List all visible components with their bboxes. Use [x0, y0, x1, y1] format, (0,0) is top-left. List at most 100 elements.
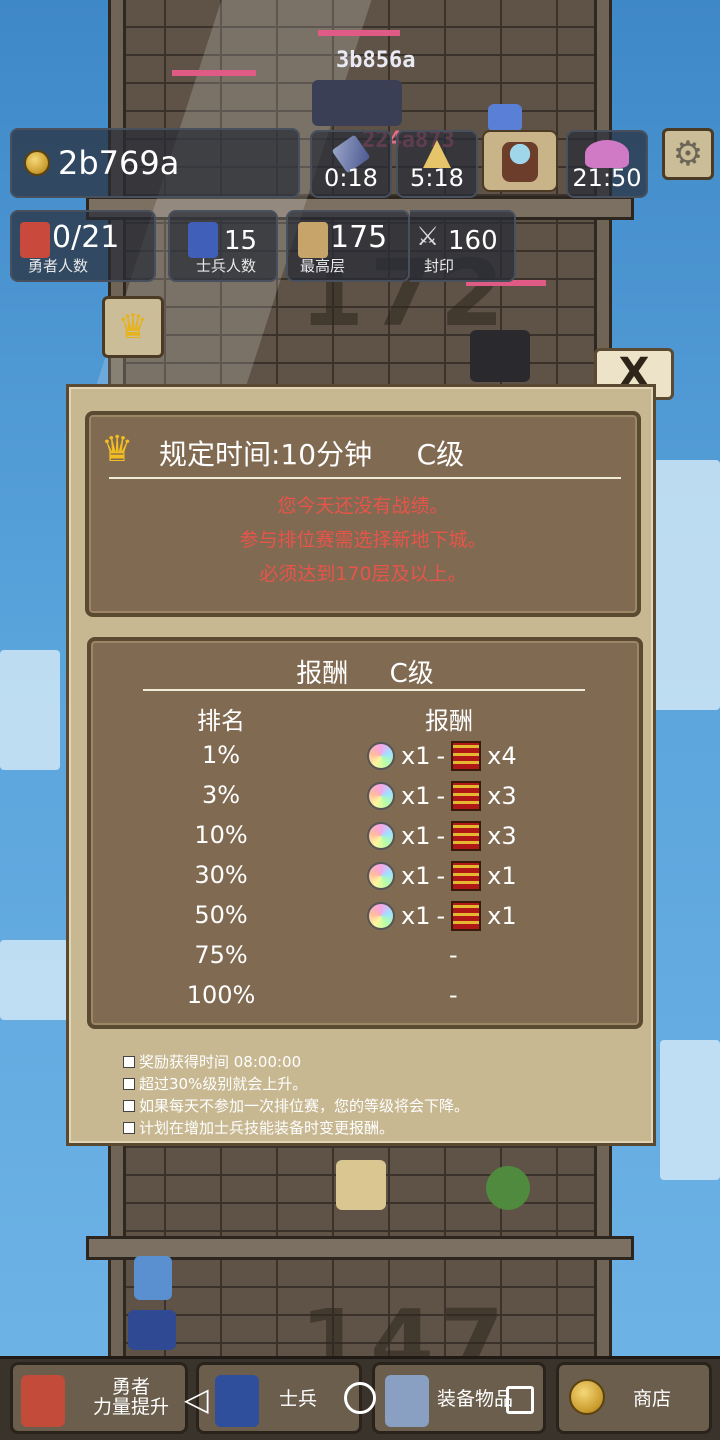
system-back-icon[interactable]: ◁: [184, 1380, 209, 1418]
gem-count: x1: [401, 902, 431, 930]
skill-timer-fairy[interactable]: [482, 130, 558, 192]
system-home-icon[interactable]: [344, 1382, 376, 1414]
timer-text: 21:50: [572, 164, 642, 192]
separator: -: [436, 862, 446, 890]
slime-sprite[interactable]: [486, 1166, 530, 1210]
gem-count: x1: [401, 782, 431, 810]
note-item: 计划在增加士兵技能装备时变更报酬。: [123, 1117, 394, 1138]
gold-value: 2b769a: [58, 144, 180, 182]
gem-count: x1: [401, 862, 431, 890]
max-floor-stat: 175 最高层: [286, 210, 410, 282]
divider: [143, 689, 585, 691]
reward-value: x1 - x1: [367, 861, 517, 891]
reward-row: 75% -: [91, 941, 639, 981]
dragon-enemy-sprite[interactable]: [312, 80, 402, 126]
bullet-box-icon: [123, 1099, 135, 1112]
rank-value: 75%: [194, 941, 248, 969]
enemy-hp-text: 3b856a: [336, 48, 416, 73]
note-text: 超过30%级别就会上升。: [139, 1075, 308, 1093]
system-recents-icon[interactable]: [506, 1386, 534, 1414]
soldier-count-value: 15: [224, 226, 258, 256]
crossed-swords-icon: ⚔: [416, 222, 440, 252]
treasure-chest-icon: [451, 901, 482, 931]
warning-text: 您今天还没有战绩。: [277, 495, 449, 517]
cloud: [660, 1040, 720, 1180]
separator: -: [436, 902, 446, 930]
rank-value: 3%: [201, 781, 241, 809]
soldiers-button[interactable]: 士兵: [196, 1362, 362, 1434]
chest-count: x3: [487, 822, 517, 850]
skill-timer-mushroom[interactable]: 21:50: [566, 130, 648, 198]
note-item: 奖励获得时间 08:00:00: [123, 1051, 301, 1072]
rule-title: 规定时间:10分钟 C级: [159, 438, 465, 471]
divider: [109, 477, 621, 479]
skill-timer-horn[interactable]: 5:18: [396, 130, 478, 198]
soldiers-label: 士兵: [279, 1388, 318, 1410]
reward-row: 3% x1 - x3: [91, 781, 639, 821]
separator: -: [436, 742, 446, 770]
shop-button[interactable]: 商店: [556, 1362, 712, 1434]
equipment-label: 装备物品: [437, 1388, 514, 1410]
bullet-box-icon: [123, 1077, 135, 1090]
rank-value: 10%: [194, 821, 248, 849]
soldier-portrait-icon: [188, 222, 218, 258]
gem-count: x1: [401, 742, 431, 770]
rainbow-gem-icon: [367, 902, 395, 930]
ranking-button[interactable]: ♛: [102, 296, 164, 358]
hero-count-stat: 0/21 勇者人数: [10, 210, 156, 282]
hero-count-label: 勇者人数: [28, 257, 89, 275]
reward-panel: 报酬 C级 排名 报酬 1% x1 - x4 3% x1 - x3 10% x1…: [87, 637, 643, 1029]
warning-text: 参与排位赛需选择新地下城。: [239, 529, 487, 551]
rainbow-gem-icon: [367, 782, 395, 810]
reward-value: x1 - x1: [367, 901, 517, 931]
seal-label: 封印: [424, 257, 455, 275]
separator: -: [436, 822, 446, 850]
warning-text: 必须达到170层及以上。: [259, 563, 467, 585]
treasure-chest-icon: [451, 861, 482, 891]
tower-icon: [298, 222, 328, 258]
separator: -: [436, 782, 446, 810]
settings-button[interactable]: ⚙: [662, 128, 714, 180]
soldier-sprite[interactable]: [134, 1256, 172, 1300]
enemy-hp-bar: [318, 30, 400, 36]
crown-icon: ♛: [101, 429, 134, 470]
hero-sprite[interactable]: [488, 104, 522, 132]
hooded-enemy-sprite[interactable]: [470, 330, 530, 382]
ranking-dialog: ♛ 规定时间:10分钟 C级 您今天还没有战绩。 参与排位赛需选择新地下城。 必…: [66, 384, 656, 1146]
treasure-chest-icon: [451, 781, 482, 811]
note-text: 奖励获得时间 08:00:00: [139, 1053, 302, 1071]
rank-value: 100%: [186, 981, 256, 1009]
rainbow-gem-icon: [367, 862, 395, 890]
heroes-power-up-button[interactable]: 勇者 力量提升: [10, 1362, 188, 1434]
bullet-box-icon: [123, 1055, 135, 1068]
rainbow-gem-icon: [367, 742, 395, 770]
heroes-label: 勇者 力量提升: [92, 1376, 169, 1418]
treasure-chest-icon: [451, 821, 482, 851]
timer-text: 0:18: [324, 164, 378, 192]
note-text: 如果每天不参加一次排位赛，您的等级将会下降。: [139, 1097, 470, 1115]
unit-hp-bar: [172, 70, 256, 76]
reward-row: 10% x1 - x3: [91, 821, 639, 861]
max-floor-label: 最高层: [300, 257, 346, 275]
soldier-portrait-icon: [215, 1375, 259, 1427]
skill-timer-sword[interactable]: 0:18: [310, 130, 392, 198]
reward-title: 报酬 C级: [296, 659, 434, 689]
note-item: 如果每天不参加一次排位赛，您的等级将会下降。: [123, 1095, 469, 1116]
chest-count: x4: [487, 742, 517, 770]
reward-value: x1 - x3: [367, 781, 517, 811]
mage-sprite[interactable]: [128, 1310, 176, 1350]
fairy-icon: [502, 142, 538, 182]
note-item: 超过30%级别就会上升。: [123, 1073, 307, 1094]
timer-text: 5:18: [410, 164, 464, 192]
crown-icon: ♛: [117, 307, 149, 347]
soldier-count-stat: 15 士兵人数: [168, 210, 278, 282]
gold-counter: 2b769a: [10, 128, 300, 198]
rainbow-gem-icon: [367, 822, 395, 850]
bullet-box-icon: [123, 1121, 135, 1134]
rank-value: 30%: [194, 861, 248, 889]
bird-sprite[interactable]: [336, 1160, 386, 1210]
gem-count: x1: [401, 822, 431, 850]
reward-value: x1 - x4: [367, 741, 517, 771]
treasure-chest-icon: [451, 741, 482, 771]
cloud: [0, 940, 70, 1020]
